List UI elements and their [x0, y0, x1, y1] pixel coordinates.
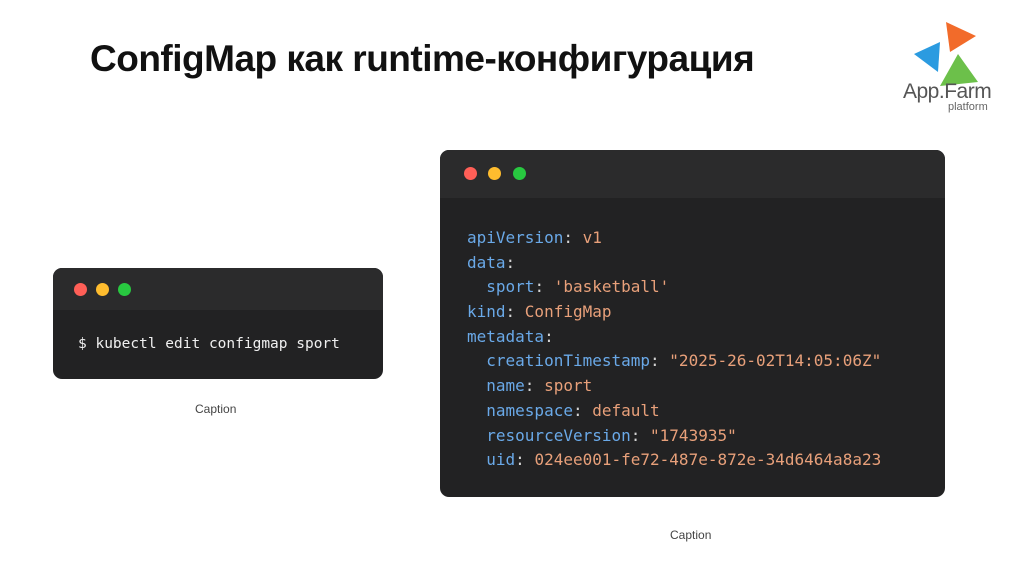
code-line: creationTimestamp: "2025-26-02T14:05:06Z… [467, 349, 881, 374]
yaml-key: data [467, 252, 506, 272]
terminal-window: $ kubectl edit configmap sport [53, 268, 383, 379]
yaml-key: kind [467, 302, 506, 322]
yaml-separator: : [505, 302, 525, 322]
minimize-dot-icon[interactable] [96, 283, 109, 296]
yaml-key: resourceVersion [486, 425, 631, 445]
code-window: apiVersion: v1 data: sport: 'basketball' k… [440, 150, 945, 497]
code-line: name: sport [467, 374, 881, 399]
code-caption: Caption [670, 528, 712, 542]
yaml-separator: : [630, 425, 651, 445]
yaml-value: sport [544, 376, 593, 396]
yaml-separator: : [515, 450, 535, 470]
yaml-key: creationTimestamp [486, 351, 651, 371]
logo-blue-triangle [914, 42, 940, 72]
minimize-dot-icon[interactable] [488, 167, 501, 180]
yaml-key: sport [486, 277, 535, 297]
code-line: kind: ConfigMap [467, 300, 881, 325]
configmap-yaml: apiVersion: v1 data: sport: 'basketball' k… [467, 226, 881, 473]
yaml-separator: : [650, 351, 670, 371]
code-line: data: [467, 251, 881, 276]
yaml-separator: : [524, 376, 545, 396]
code-line: metadata: [467, 325, 881, 350]
code-line: sport: 'basketball' [467, 275, 881, 300]
maximize-dot-icon[interactable] [118, 283, 131, 296]
code-titlebar [440, 150, 945, 198]
yaml-value: "2025-26-02T14:05:06Z" [669, 351, 882, 371]
close-dot-icon[interactable] [464, 167, 477, 180]
code-line: uid: 024ee001-fe72-487e-872e-34d6464a8a2… [467, 448, 881, 473]
yaml-separator: : [544, 326, 554, 346]
maximize-dot-icon[interactable] [513, 167, 526, 180]
logo-subtitle: platform [948, 101, 988, 113]
yaml-value: ConfigMap [524, 302, 612, 322]
yaml-key: metadata [467, 326, 545, 346]
yaml-key: apiVersion [467, 228, 564, 247]
code-line: namespace: default [467, 399, 881, 424]
terminal-titlebar [53, 268, 383, 310]
yaml-separator: : [572, 400, 593, 420]
yaml-value: "1743935" [650, 425, 737, 445]
logo-orange-triangle [946, 22, 976, 52]
yaml-value: 'basketball' [553, 277, 670, 297]
yaml-key: uid [486, 450, 516, 470]
yaml-value: default [592, 400, 660, 420]
close-dot-icon[interactable] [74, 283, 87, 296]
yaml-key: name [486, 376, 525, 396]
slide-title: ConfigMap как runtime-конфигурация [90, 38, 755, 79]
yaml-separator: : [563, 228, 583, 247]
yaml-separator: : [534, 277, 554, 297]
yaml-key: namespace [486, 400, 573, 420]
yaml-value: v1 [582, 228, 602, 247]
yaml-value: 024ee001-fe72-487e-872e-34d6464a8a23 [534, 450, 882, 470]
terminal-command: $ kubectl edit configmap sport [78, 336, 340, 352]
yaml-separator: : [505, 252, 516, 272]
code-line: apiVersion: v1 [467, 226, 881, 251]
code-line: resourceVersion: "1743935" [467, 424, 881, 449]
terminal-caption: Caption [195, 402, 237, 416]
